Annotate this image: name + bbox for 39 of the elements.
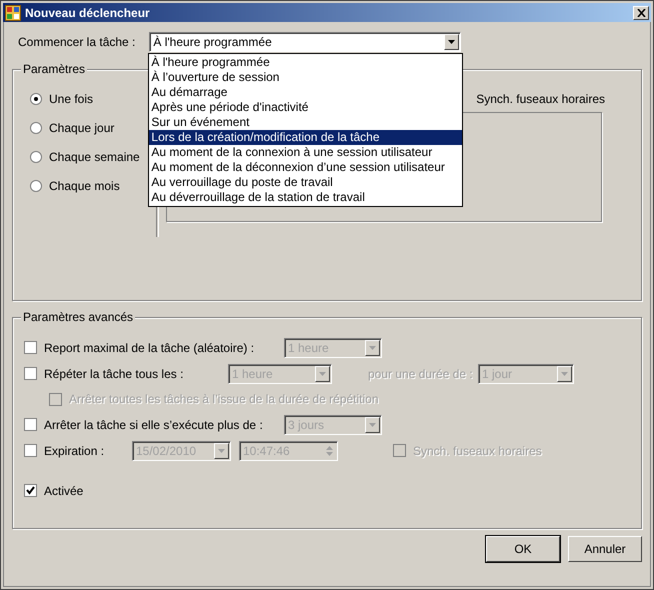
checkbox[interactable] (24, 444, 37, 457)
dropdown-option[interactable]: À l’ouverture de session (149, 70, 462, 85)
close-icon (636, 8, 646, 16)
dropdown-option[interactable]: Au démarrage (149, 85, 462, 100)
dropdown-option[interactable]: Après une période d'inactivité (149, 100, 462, 115)
checkbox-label: Répéter la tâche tous les : (44, 366, 184, 380)
checkbox-label: Expiration : (44, 444, 106, 458)
close-button[interactable] (633, 6, 649, 20)
radio-button[interactable] (30, 93, 42, 105)
dropdown-option[interactable]: À l'heure programmée (149, 55, 462, 70)
dialog-button[interactable]: Annuler (568, 536, 642, 562)
radio-label: Chaque mois (49, 179, 120, 193)
dropdown-option[interactable]: Au moment de la déconnexion d’une session utilisateur (149, 160, 462, 175)
group-title: Paramètres (21, 62, 88, 76)
radio-button[interactable] (30, 151, 42, 163)
radio-label: Chaque jour (49, 121, 114, 135)
dropdown-option[interactable]: Au déverrouillage de la station de travail (149, 190, 462, 205)
checkbox-label: Arrêter la tâche si elle s’exécute plus de : (44, 418, 264, 432)
start-dropdown[interactable]: À l'heure programmée (149, 32, 462, 52)
radio-label: Une fois (49, 92, 94, 106)
dropdown-option[interactable]: Lors de la création/modification de la tâche (149, 130, 462, 145)
checkbox-label: Activée (44, 484, 84, 498)
sync-label: Synch. fuseaux horaires (476, 92, 605, 106)
radio-button[interactable] (30, 122, 42, 134)
app-icon (5, 4, 21, 20)
dialog-button[interactable]: OK (486, 536, 560, 562)
window-title: Nouveau déclencheur (25, 6, 151, 20)
radio-button[interactable] (30, 180, 42, 192)
group-title: Paramètres avancés (21, 310, 136, 324)
radio-label: Chaque semaine (49, 150, 140, 164)
checkbox[interactable] (24, 418, 37, 431)
checkbox[interactable] (24, 484, 37, 497)
dropdown-option[interactable]: Au verrouillage du poste de travail (149, 175, 462, 190)
checkbox[interactable] (24, 341, 37, 354)
checkbox[interactable] (24, 367, 37, 380)
dropdown-option[interactable]: Sur un événement (149, 115, 462, 130)
checkbox-label: Report maximal de la tâche (aléatoire) : (44, 340, 256, 354)
start-label: Commencer la tâche : (18, 35, 136, 49)
dropdown-option[interactable]: Au moment de la connexion à une session utilisateur (149, 145, 462, 160)
